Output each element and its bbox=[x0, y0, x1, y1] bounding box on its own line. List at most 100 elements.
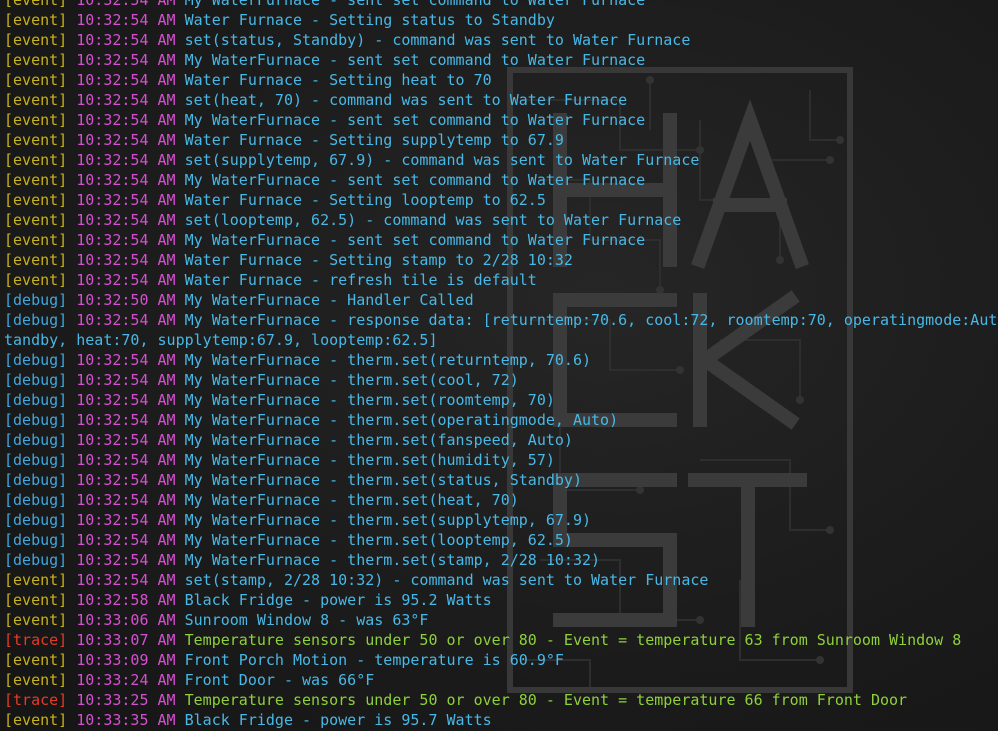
log-timestamp: 10:32:54 AM bbox=[76, 491, 176, 509]
log-line: [event] 10:33:09 AM Front Porch Motion -… bbox=[4, 650, 998, 670]
log-level: [trace] bbox=[4, 691, 68, 709]
log-timestamp: 10:32:54 AM bbox=[76, 251, 176, 269]
log-line: [debug] 10:32:54 AM My WaterFurnace - th… bbox=[4, 530, 998, 550]
log-level: [debug] bbox=[4, 351, 68, 369]
log-output[interactable]: [event] 10:32:54 AM My WaterFurnace - se… bbox=[4, 0, 998, 730]
log-line: [debug] 10:32:54 AM My WaterFurnace - th… bbox=[4, 490, 998, 510]
log-timestamp: 10:32:54 AM bbox=[76, 571, 176, 589]
log-timestamp: 10:32:54 AM bbox=[76, 191, 176, 209]
log-level: [event] bbox=[4, 651, 68, 669]
log-timestamp: 10:32:54 AM bbox=[76, 11, 176, 29]
log-line: [event] 10:32:54 AM Water Furnace - Sett… bbox=[4, 130, 998, 150]
log-timestamp: 10:33:24 AM bbox=[76, 671, 176, 689]
log-timestamp: 10:32:54 AM bbox=[76, 551, 176, 569]
log-level: [event] bbox=[4, 91, 68, 109]
log-timestamp: 10:32:54 AM bbox=[76, 0, 176, 9]
log-message: My WaterFurnace - therm.set(roomtemp, 70… bbox=[184, 391, 555, 409]
log-message: My WaterFurnace - therm.set(cool, 72) bbox=[184, 371, 519, 389]
log-timestamp: 10:33:07 AM bbox=[76, 631, 176, 649]
log-message: My WaterFurnace - therm.set(status, Stan… bbox=[184, 471, 582, 489]
log-message: My WaterFurnace - sent set command to Wa… bbox=[184, 51, 646, 69]
log-message: My WaterFurnace - therm.set(stamp, 2/28 … bbox=[184, 551, 601, 569]
log-level: [debug] bbox=[4, 291, 68, 309]
log-timestamp: 10:32:54 AM bbox=[76, 391, 176, 409]
log-message: Water Furnace - Setting supplytemp to 67… bbox=[184, 131, 564, 149]
log-timestamp: 10:32:54 AM bbox=[76, 211, 176, 229]
log-message: Water Furnace - Setting looptemp to 62.5 bbox=[184, 191, 546, 209]
log-message: Water Furnace - Setting status to Standb… bbox=[184, 11, 555, 29]
log-level: [debug] bbox=[4, 391, 68, 409]
log-message: My WaterFurnace - therm.set(humidity, 57… bbox=[184, 451, 555, 469]
log-message: My WaterFurnace - therm.set(heat, 70) bbox=[184, 491, 519, 509]
log-message: Water Furnace - Setting stamp to 2/28 10… bbox=[184, 251, 573, 269]
log-timestamp: 10:32:54 AM bbox=[76, 311, 176, 329]
log-level: [event] bbox=[4, 111, 68, 129]
log-message: Sunroom Window 8 - was 63°F bbox=[184, 611, 429, 629]
log-timestamp: 10:32:50 AM bbox=[76, 291, 176, 309]
log-level: [event] bbox=[4, 151, 68, 169]
log-timestamp: 10:32:54 AM bbox=[76, 351, 176, 369]
log-level: [debug] bbox=[4, 491, 68, 509]
log-line: [debug] 10:32:54 AM My WaterFurnace - th… bbox=[4, 430, 998, 450]
log-message: My WaterFurnace - sent set command to Wa… bbox=[184, 0, 646, 9]
log-message: Black Fridge - power is 95.2 Watts bbox=[184, 591, 492, 609]
log-level: [event] bbox=[4, 251, 68, 269]
log-timestamp: 10:32:58 AM bbox=[76, 591, 176, 609]
log-message: My WaterFurnace - sent set command to Wa… bbox=[184, 231, 646, 249]
log-line: [debug] 10:32:54 AM My WaterFurnace - th… bbox=[4, 450, 998, 470]
terminal-window[interactable]: [event] 10:32:54 AM My WaterFurnace - se… bbox=[0, 0, 998, 731]
log-timestamp: 10:32:54 AM bbox=[76, 51, 176, 69]
log-line: [event] 10:32:54 AM set(heat, 70) - comm… bbox=[4, 90, 998, 110]
log-line: [debug] 10:32:54 AM My WaterFurnace - th… bbox=[4, 370, 998, 390]
log-level: [event] bbox=[4, 171, 68, 189]
log-line: [event] 10:32:54 AM set(status, Standby)… bbox=[4, 30, 998, 50]
log-message: My WaterFurnace - therm.set(operatingmod… bbox=[184, 411, 619, 429]
log-level: [event] bbox=[4, 131, 68, 149]
log-line: [event] 10:32:54 AM Water Furnace - Sett… bbox=[4, 250, 998, 270]
log-level: [event] bbox=[4, 211, 68, 229]
log-timestamp: 10:32:54 AM bbox=[76, 531, 176, 549]
log-message: My WaterFurnace - therm.set(fanspeed, Au… bbox=[184, 431, 573, 449]
log-timestamp: 10:32:54 AM bbox=[76, 271, 176, 289]
log-timestamp: 10:32:54 AM bbox=[76, 31, 176, 49]
log-level: [debug] bbox=[4, 531, 68, 549]
log-level: [event] bbox=[4, 231, 68, 249]
log-timestamp: 10:32:54 AM bbox=[76, 131, 176, 149]
log-level: [event] bbox=[4, 611, 68, 629]
log-level: [debug] bbox=[4, 551, 68, 569]
log-message: set(heat, 70) - command was sent to Wate… bbox=[184, 91, 628, 109]
log-level: [event] bbox=[4, 271, 68, 289]
log-line: [event] 10:33:24 AM Front Door - was 66°… bbox=[4, 670, 998, 690]
log-level: [event] bbox=[4, 71, 68, 89]
log-line: [event] 10:32:54 AM My WaterFurnace - se… bbox=[4, 110, 998, 130]
log-level: [event] bbox=[4, 591, 68, 609]
log-message: Water Furnace - refresh tile is default bbox=[184, 271, 537, 289]
log-timestamp: 10:32:54 AM bbox=[76, 171, 176, 189]
log-level: [trace] bbox=[4, 631, 68, 649]
log-message: tandby, heat:70, supplytemp:67.9, loopte… bbox=[4, 331, 438, 349]
log-line: [debug] 10:32:54 AM My WaterFurnace - th… bbox=[4, 390, 998, 410]
log-timestamp: 10:32:54 AM bbox=[76, 91, 176, 109]
log-line: [event] 10:32:54 AM Water Furnace - Sett… bbox=[4, 70, 998, 90]
log-line: [event] 10:32:54 AM Water Furnace - Sett… bbox=[4, 190, 998, 210]
log-level: [event] bbox=[4, 0, 68, 9]
log-line: [event] 10:32:54 AM My WaterFurnace - se… bbox=[4, 50, 998, 70]
log-timestamp: 10:33:35 AM bbox=[76, 711, 176, 729]
log-timestamp: 10:32:54 AM bbox=[76, 371, 176, 389]
log-message: Front Porch Motion - temperature is 60.9… bbox=[184, 651, 564, 669]
log-message: set(status, Standby) - command was sent … bbox=[184, 31, 691, 49]
log-line: [event] 10:32:54 AM set(supplytemp, 67.9… bbox=[4, 150, 998, 170]
log-line: [debug] 10:32:54 AM My WaterFurnace - th… bbox=[4, 410, 998, 430]
log-level: [debug] bbox=[4, 411, 68, 429]
log-timestamp: 10:32:54 AM bbox=[76, 431, 176, 449]
log-timestamp: 10:32:54 AM bbox=[76, 111, 176, 129]
log-level: [event] bbox=[4, 711, 68, 729]
log-message: My WaterFurnace - therm.set(returntemp, … bbox=[184, 351, 592, 369]
log-line: [event] 10:33:35 AM Black Fridge - power… bbox=[4, 710, 998, 730]
log-line: [trace] 10:33:07 AM Temperature sensors … bbox=[4, 630, 998, 650]
log-message: Temperature sensors under 50 or over 80 … bbox=[184, 631, 962, 649]
log-level: [debug] bbox=[4, 431, 68, 449]
log-message: My WaterFurnace - therm.set(looptemp, 62… bbox=[184, 531, 573, 549]
log-timestamp: 10:32:54 AM bbox=[76, 411, 176, 429]
log-message: Temperature sensors under 50 or over 80 … bbox=[184, 691, 908, 709]
